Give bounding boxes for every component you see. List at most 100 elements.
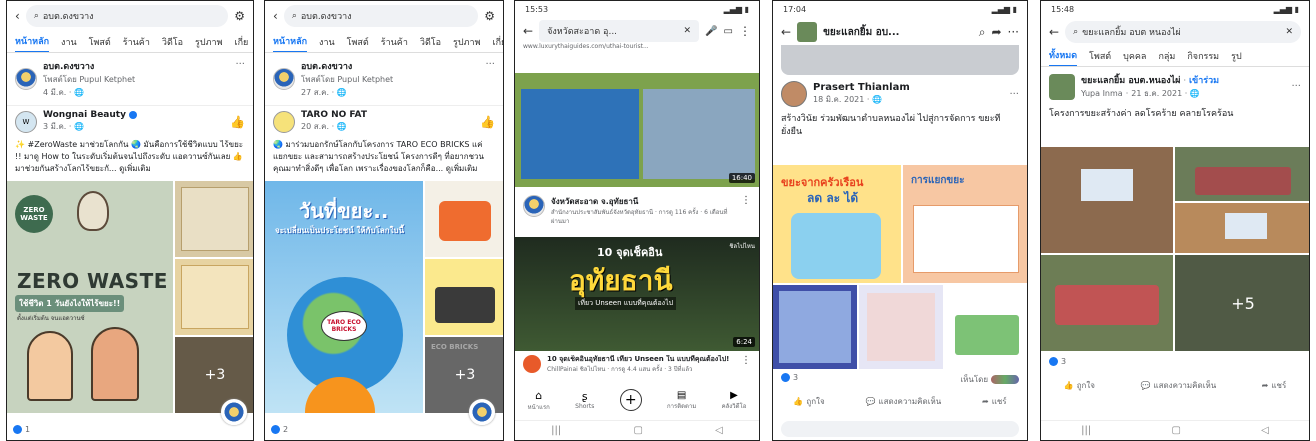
more-vert-icon[interactable]: ⋮ bbox=[741, 195, 751, 206]
post-image-side-3[interactable]: ECO BRICKS +3 bbox=[425, 337, 503, 413]
tab-photos[interactable]: รูป bbox=[1231, 49, 1242, 63]
post-image-side[interactable]: การแยกขยะ bbox=[903, 165, 1027, 283]
back-button-icon[interactable]: ◁ bbox=[1261, 425, 1269, 436]
search-icon[interactable]: ⌕ bbox=[979, 25, 986, 40]
video-thumbnail-2[interactable]: ชิลไปไหน 10 จุดเช็คอิน อุทัยธานี เที่ยว … bbox=[515, 237, 759, 351]
gear-icon[interactable]: ⚙ bbox=[484, 9, 495, 23]
search-input[interactable]: จังหวัดสะอาด อุ... ✕ bbox=[539, 20, 700, 42]
like-thumb-icon[interactable]: 👍 bbox=[480, 115, 495, 129]
tab-posts[interactable]: โพสต์ bbox=[89, 35, 111, 49]
page-avatar[interactable] bbox=[273, 68, 295, 90]
post-photo-4[interactable] bbox=[1041, 255, 1173, 351]
tab-posts[interactable]: โพสต์ bbox=[347, 35, 369, 49]
share-arrow-icon[interactable]: ➦ bbox=[991, 25, 1001, 39]
post-image-chart-1[interactable] bbox=[773, 285, 857, 369]
post-image-side-1[interactable] bbox=[425, 181, 503, 257]
recent-apps-icon[interactable]: ||| bbox=[1081, 425, 1091, 436]
comment-input[interactable] bbox=[781, 421, 1019, 437]
post-author[interactable]: Yupa Inma bbox=[1081, 89, 1123, 98]
tab-groups[interactable]: กลุ่ม bbox=[1158, 49, 1175, 63]
tab-jobs[interactable]: งาน bbox=[61, 35, 77, 49]
page-name[interactable]: อบต.ดงขวาง bbox=[43, 59, 229, 73]
author-avatar[interactable] bbox=[781, 81, 807, 107]
video-title[interactable]: 10 จุดเช็คอินอุทัยธานี เที่ยว Unseen ใน … bbox=[547, 355, 735, 364]
back-arrow-icon[interactable]: ‹ bbox=[273, 9, 278, 23]
back-button-icon[interactable]: ◁ bbox=[715, 425, 723, 436]
tab-about[interactable]: เกี่ย bbox=[235, 35, 249, 49]
gear-icon[interactable]: ⚙ bbox=[234, 9, 245, 23]
group-thumb[interactable] bbox=[797, 22, 818, 42]
post-photo-5[interactable]: +5 bbox=[1175, 255, 1309, 351]
more-options-icon[interactable]: ··· bbox=[235, 59, 245, 70]
tab-home[interactable]: หน้าหลัก bbox=[15, 31, 50, 52]
post-photo-3[interactable] bbox=[1175, 203, 1309, 253]
tab-shop[interactable]: ร้านค้า bbox=[381, 35, 408, 49]
post-image-side-2[interactable] bbox=[175, 259, 253, 335]
nav-create[interactable]: + bbox=[619, 389, 642, 411]
post-image-side-2[interactable] bbox=[425, 259, 503, 335]
recent-apps-icon[interactable]: ||| bbox=[551, 425, 561, 436]
more-options-icon[interactable]: ··· bbox=[1008, 25, 1019, 39]
back-arrow-icon[interactable]: ← bbox=[1049, 25, 1059, 39]
post-image-main[interactable]: ZERO WASTE ZERO WASTE ใช้ชีวิต 1 วันยังไ… bbox=[7, 181, 173, 413]
group-name[interactable]: ขยะแลกยิ้ม อบต.หนองไผ่ bbox=[1081, 73, 1180, 87]
page-badge-icon[interactable] bbox=[221, 399, 247, 425]
post-image-side-1[interactable] bbox=[175, 181, 253, 257]
like-button[interactable]: 👍 ถูกใจ bbox=[793, 395, 824, 408]
channel-name[interactable]: จังหวัดสะอาด จ.อุทัยธานี bbox=[551, 195, 735, 208]
post-image-main[interactable]: วันที่ขยะ.. จะเปลี่ยนเป็นประโยชน์ ให้กับ… bbox=[265, 181, 423, 413]
nav-subscriptions[interactable]: ▤ การติดตาม bbox=[667, 390, 696, 411]
channel-avatar[interactable] bbox=[523, 355, 541, 373]
home-button-icon[interactable]: ▢ bbox=[1171, 425, 1180, 436]
tab-video[interactable]: วิดีโอ bbox=[162, 35, 183, 49]
back-arrow-icon[interactable]: ‹ bbox=[15, 9, 20, 23]
post-author[interactable]: TARO NO FAT bbox=[301, 110, 474, 120]
mic-icon[interactable]: 🎤 bbox=[705, 26, 717, 37]
nav-shorts[interactable]: ʂ Shorts bbox=[575, 390, 594, 410]
home-button-icon[interactable]: ▢ bbox=[633, 425, 642, 436]
post-photo-2[interactable] bbox=[1175, 147, 1309, 201]
tab-home[interactable]: หน้าหลัก bbox=[273, 31, 308, 52]
post-author[interactable]: Wongnai Beauty bbox=[43, 110, 126, 120]
video-thumbnail-1[interactable]: 16:40 bbox=[515, 73, 759, 187]
post-image-chart-2[interactable] bbox=[859, 285, 943, 369]
tab-video[interactable]: วิดีโอ bbox=[420, 35, 441, 49]
author-avatar[interactable]: W bbox=[15, 110, 37, 133]
search-input[interactable]: ⌕ อบต.ดงขวาง bbox=[283, 5, 479, 27]
post-photo-1[interactable] bbox=[1041, 147, 1173, 253]
more-vert-icon[interactable]: ⋮ bbox=[741, 355, 751, 366]
channel-avatar[interactable] bbox=[523, 195, 545, 217]
close-icon[interactable]: ✕ bbox=[1285, 27, 1293, 37]
more-vert-icon[interactable]: ⋮ bbox=[739, 24, 751, 38]
nav-home[interactable]: ⌂ หน้าแรก bbox=[528, 389, 550, 412]
tab-photos[interactable]: รูปภาพ bbox=[195, 35, 222, 49]
search-input[interactable]: ⌕ อบต.ดงขวาง bbox=[25, 5, 229, 27]
author-avatar[interactable] bbox=[273, 110, 295, 133]
cast-icon[interactable]: ▭ bbox=[724, 26, 733, 37]
tab-shop[interactable]: ร้านค้า bbox=[123, 35, 150, 49]
nav-library[interactable]: ▶ คลังวิดีโอ bbox=[722, 390, 747, 411]
close-icon[interactable]: ✕ bbox=[684, 26, 692, 36]
more-options-icon[interactable]: ··· bbox=[485, 59, 495, 70]
share-button[interactable]: ➦ แชร์ bbox=[982, 395, 1007, 408]
like-button[interactable]: 👍 ถูกใจ bbox=[1064, 379, 1095, 392]
tab-about[interactable]: เกี่ย bbox=[493, 35, 504, 49]
like-thumb-icon[interactable]: 👍 bbox=[230, 115, 245, 129]
page-name[interactable]: อบต.ดงขวาง bbox=[301, 59, 479, 73]
comment-button[interactable]: 💬 แสดงความคิดเห็น bbox=[865, 395, 941, 408]
page-avatar[interactable] bbox=[15, 68, 37, 90]
comment-button[interactable]: 💬 แสดงความคิดเห็น bbox=[1140, 379, 1216, 392]
more-options-icon[interactable]: ··· bbox=[1291, 81, 1301, 92]
friend-avatars[interactable] bbox=[991, 375, 1019, 384]
back-arrow-icon[interactable]: ← bbox=[523, 24, 533, 38]
search-input[interactable]: ⌕ ขยะแลกยิ้ม อบต หนองไผ่ ✕ bbox=[1065, 21, 1301, 43]
back-arrow-icon[interactable]: ← bbox=[781, 25, 791, 39]
post-image-poster[interactable]: ขยะจากครัวเรือน ลด ละ ได้ bbox=[773, 165, 901, 283]
share-button[interactable]: ➦ แชร์ bbox=[1262, 379, 1287, 392]
tab-jobs[interactable]: งาน bbox=[319, 35, 335, 49]
tab-people[interactable]: บุคคล bbox=[1123, 49, 1146, 63]
tab-events[interactable]: กิจกรรม bbox=[1187, 49, 1219, 63]
join-button[interactable]: เข้าร่วม bbox=[1189, 73, 1219, 87]
page-badge-icon[interactable] bbox=[469, 399, 495, 425]
tab-photos[interactable]: รูปภาพ bbox=[453, 35, 480, 49]
